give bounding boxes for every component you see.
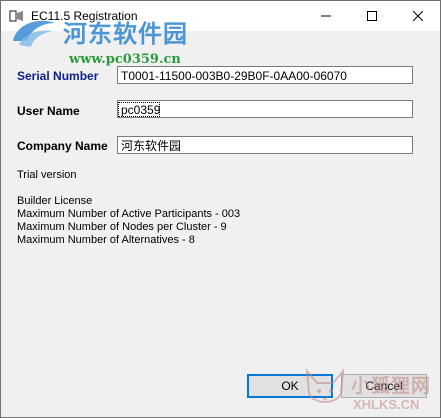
company-name-label: Company Name: [17, 139, 108, 153]
license-line: Maximum Number of Nodes per Cluster - 9: [17, 221, 227, 233]
license-type-text: Builder License: [17, 195, 93, 207]
minimize-button[interactable]: [303, 1, 349, 31]
registration-window: EC11.5 Registration 河东软件园 www.pc0359.cn …: [0, 0, 441, 418]
license-line: Maximum Number of Alternatives - 8: [17, 234, 195, 246]
company-name-field[interactable]: 河东软件园: [117, 136, 413, 154]
user-name-label: User Name: [17, 104, 80, 118]
serial-number-label: Serial Number: [17, 69, 99, 83]
maximize-icon: [367, 11, 377, 21]
fox-logo-icon: [305, 367, 345, 403]
focus-indicator: [118, 102, 160, 117]
watermark-logo-icon: [13, 20, 55, 47]
minimize-icon: [321, 15, 331, 17]
user-name-field[interactable]: pc0359: [117, 100, 413, 118]
license-line: Maximum Number of Active Participants - …: [17, 208, 241, 220]
close-icon: [413, 11, 423, 21]
serial-number-field[interactable]: T0001-11500-003B0-29B0F-0AA00-06070: [117, 66, 413, 84]
trial-status-text: Trial version: [17, 169, 77, 181]
close-button[interactable]: [395, 1, 441, 31]
ok-button-label: OK: [281, 379, 299, 393]
watermark-site-url: www.pc0359.cn: [69, 52, 181, 67]
corner-watermark-name: 小狐狸网: [351, 376, 432, 397]
maximize-button[interactable]: [349, 1, 395, 31]
watermark-site-name: 河东软件园: [63, 19, 188, 48]
corner-watermark-url: XHLKS.CN: [353, 397, 420, 412]
